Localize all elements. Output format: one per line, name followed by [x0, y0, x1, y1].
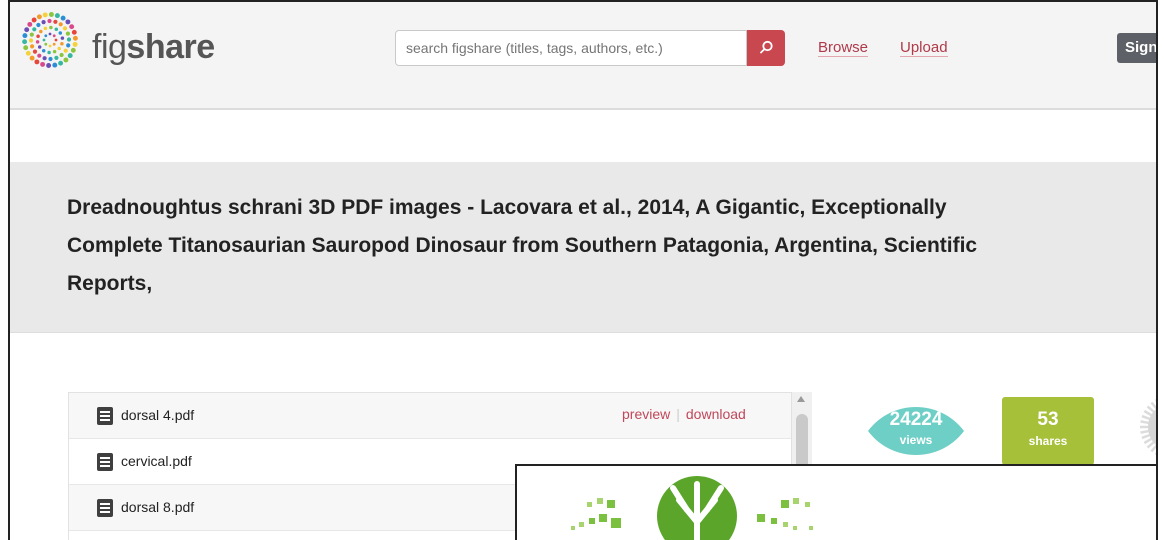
- file-row[interactable]: dorsal 4.pdf preview | download: [69, 393, 799, 439]
- browser-frame: figshare Browse Upload Sign Dreadnoughtu…: [8, 0, 1158, 540]
- article-title-band: Dreadnoughtus schrani 3D PDF images - La…: [10, 162, 1156, 333]
- document-icon: [97, 499, 113, 517]
- document-icon: [97, 407, 113, 425]
- figshare-logo-icon: [22, 12, 78, 68]
- file-actions: preview | download: [622, 406, 746, 422]
- article-title: Dreadnoughtus schrani 3D PDF images - La…: [67, 196, 978, 295]
- document-icon: [97, 453, 113, 471]
- nav-browse-link[interactable]: Browse: [818, 39, 869, 57]
- file-name: cervical.pdf: [121, 453, 192, 469]
- altmetric-donut-icon: [1140, 399, 1156, 455]
- shares-stat: 53 shares: [1002, 397, 1094, 465]
- action-divider: |: [676, 406, 680, 422]
- scroll-up-arrow-icon[interactable]: [797, 396, 805, 402]
- preview-link[interactable]: preview: [622, 406, 670, 422]
- file-name: dorsal 4.pdf: [121, 407, 195, 423]
- site-header: figshare Browse Upload Sign: [10, 2, 1156, 110]
- figshare-logo[interactable]: figshare: [16, 10, 256, 70]
- sign-in-button[interactable]: Sign: [1117, 33, 1156, 63]
- search-bar: [395, 30, 785, 66]
- shares-count: 53: [1037, 409, 1059, 430]
- file-name: dorsal 8.pdf: [121, 499, 195, 515]
- search-icon: [760, 40, 773, 54]
- shares-label: shares: [1028, 434, 1068, 448]
- logo-text-bold: share: [126, 28, 215, 66]
- views-stat: 24224 views: [862, 397, 970, 465]
- logo-wordmark: figshare: [92, 28, 215, 67]
- overlay-popup: [515, 464, 1156, 540]
- search-input[interactable]: [395, 30, 747, 66]
- views-label: views: [899, 433, 933, 447]
- search-button[interactable]: [747, 30, 785, 66]
- logo-text-light: fig: [92, 28, 127, 66]
- views-leaf-icon: [868, 407, 964, 455]
- tree-logo-icon: [571, 476, 813, 540]
- views-count: 24224: [889, 409, 943, 430]
- download-link[interactable]: download: [686, 406, 746, 422]
- altmetric-badge[interactable]: c co s: [1134, 387, 1156, 467]
- nav-upload-link[interactable]: Upload: [900, 39, 948, 57]
